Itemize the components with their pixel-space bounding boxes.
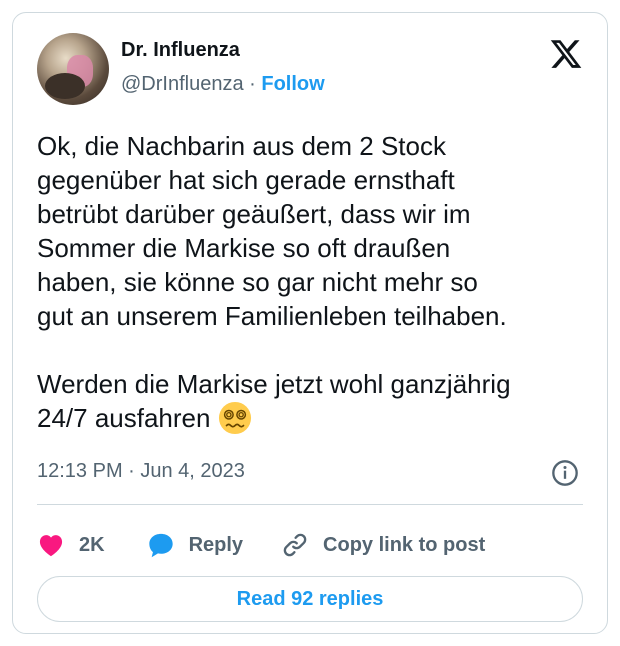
follow-button[interactable]: Follow [261, 73, 324, 95]
reply-bubble-icon [148, 533, 173, 558]
tweet-body: Ok, die Nachbarin aus dem 2 Stock gegenü… [37, 131, 511, 433]
author-name[interactable]: Dr. Influenza [121, 39, 240, 62]
copy-link-label: Copy link to post [323, 533, 486, 556]
copy-link-button[interactable]: Copy link to post [281, 531, 485, 559]
tweet-timestamp[interactable]: 12:13 PM · Jun 4, 2023 [37, 460, 245, 483]
link-icon [283, 533, 307, 557]
reply-button[interactable]: Reply [147, 531, 243, 559]
like-button[interactable]: 2K [37, 531, 105, 559]
author-handle-row: @DrInfluenza · Follow [121, 73, 325, 96]
author-handle[interactable]: @DrInfluenza [121, 73, 244, 95]
action-bar: 2K Reply Copy link to post [37, 525, 485, 565]
avatar[interactable] [37, 33, 109, 105]
reply-label: Reply [188, 533, 244, 556]
read-replies-button[interactable]: Read 92 replies [37, 576, 583, 622]
woozy-face-icon [218, 401, 251, 435]
x-logo-icon[interactable] [549, 37, 583, 71]
like-count: 2K [79, 533, 105, 556]
tweet-card: Dr. Influenza @DrInfluenza · Follow Ok, … [12, 12, 608, 634]
tweet-text: Ok, die Nachbarin aus dem 2 Stock gegenü… [37, 129, 597, 435]
separator: · [249, 73, 256, 95]
heart-icon [39, 535, 63, 557]
info-icon[interactable] [551, 459, 579, 487]
divider [37, 504, 583, 505]
